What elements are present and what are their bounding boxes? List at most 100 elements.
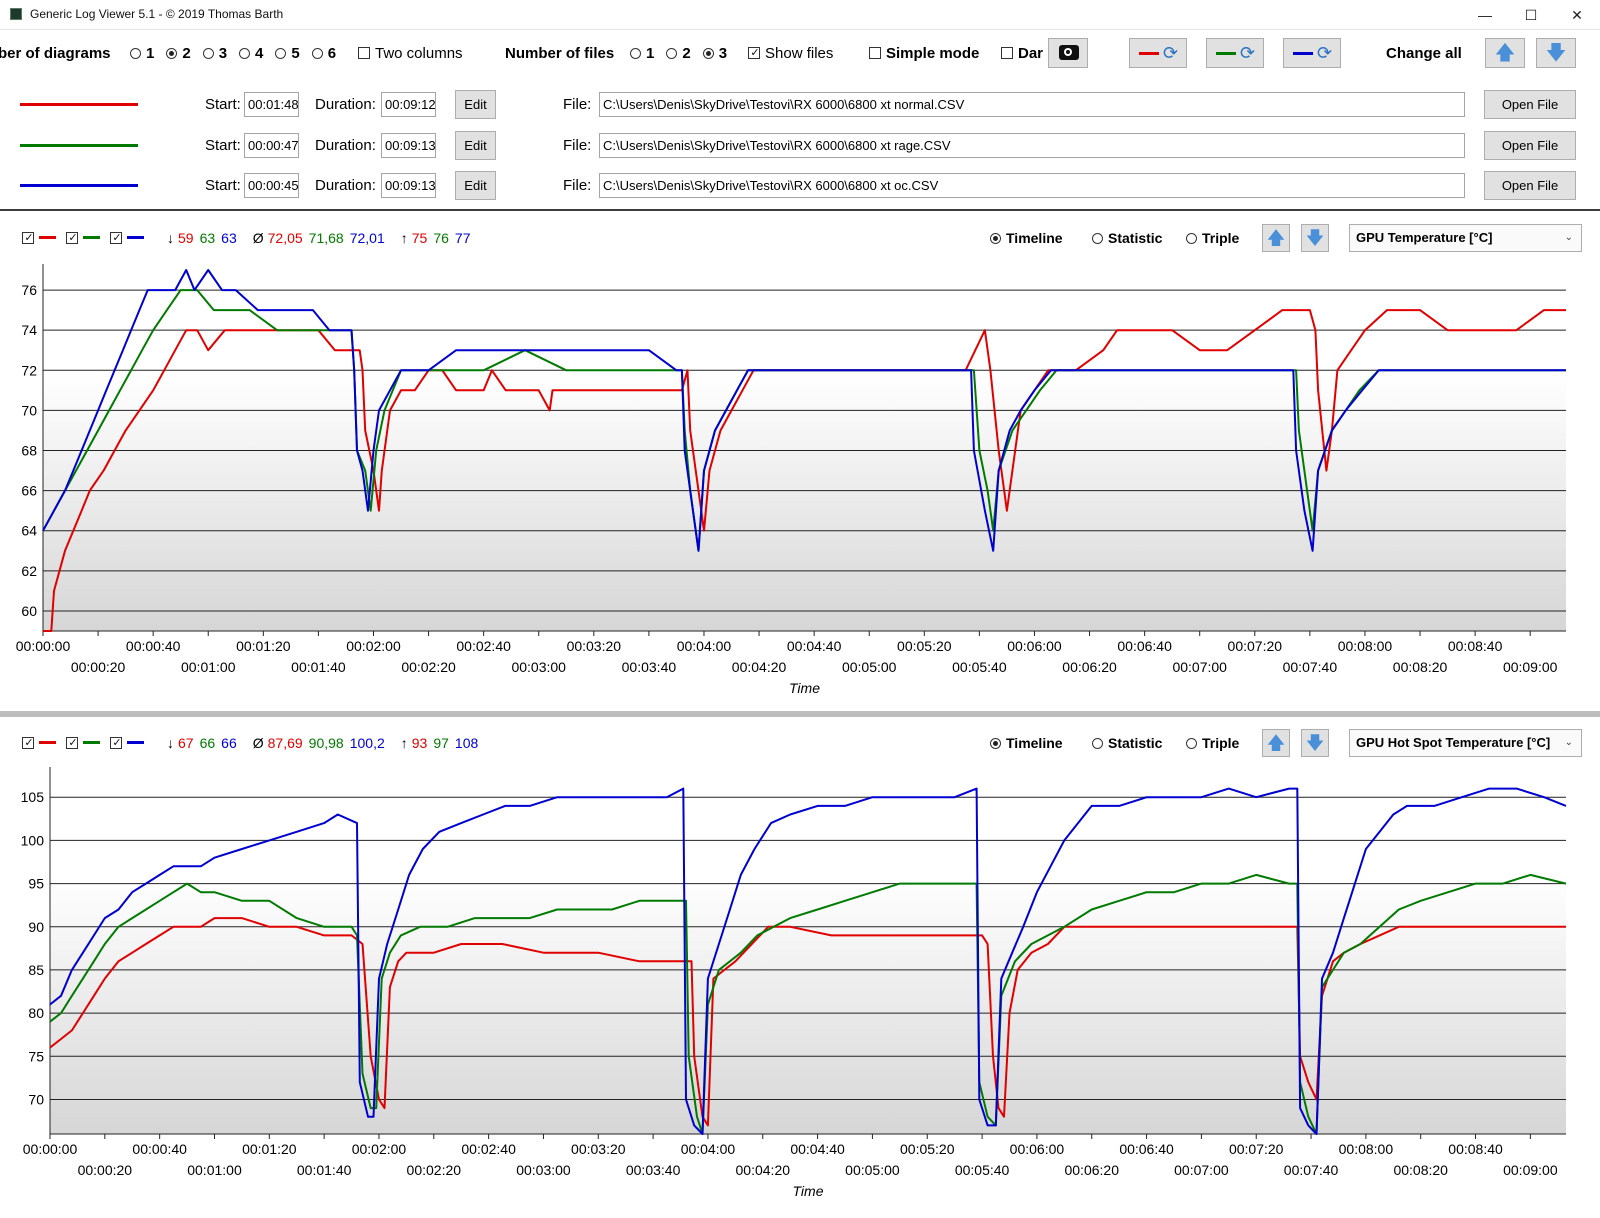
open-file-button[interactable]: Open File: [1484, 171, 1576, 200]
radio-circle[interactable]: [311, 48, 323, 59]
edit-button[interactable]: Edit: [455, 171, 496, 200]
number-of-diagrams-label: ber of diagrams: [0, 45, 111, 62]
view-radio-triple[interactable]: Triple: [1186, 230, 1239, 246]
diagram-count-radio-4[interactable]: 4: [239, 45, 263, 62]
view-radio-statistic[interactable]: Statistic: [1092, 735, 1162, 751]
radio-circle[interactable]: [275, 48, 287, 59]
sensor-select[interactable]: GPU Hot Spot Temperature [°C] ⌄: [1349, 729, 1582, 757]
series-toggle[interactable]: [66, 230, 100, 246]
series-toggle[interactable]: [110, 735, 144, 751]
start-label: Start:: [205, 177, 241, 194]
radio-circle[interactable]: [702, 48, 714, 59]
series-visible-checkbox[interactable]: [22, 737, 35, 749]
show-files-checkbox[interactable]: Show files: [748, 45, 833, 62]
change-file-red-button[interactable]: ⟳: [1129, 38, 1187, 68]
radio-circle[interactable]: [1092, 233, 1103, 244]
plot-area: [50, 767, 1566, 1134]
view-radio-timeline[interactable]: Timeline: [990, 230, 1063, 246]
reload-icon: ⟳: [1240, 43, 1256, 63]
dark-checkbox[interactable]: Dar: [1001, 45, 1043, 62]
screenshot-button[interactable]: [1048, 38, 1088, 68]
x-axis-title: Time: [789, 680, 820, 696]
radio-circle[interactable]: [990, 233, 1001, 244]
file-path-input[interactable]: C:\Users\Denis\SkyDrive\Testovi\RX 6000\…: [599, 173, 1465, 198]
radio-circle[interactable]: [239, 48, 251, 59]
file-path-input[interactable]: C:\Users\Denis\SkyDrive\Testovi\RX 6000\…: [599, 133, 1465, 158]
two-columns-checkbox-box[interactable]: [358, 47, 370, 59]
file-count-radio-3[interactable]: 3: [702, 45, 727, 62]
change-file-green-button[interactable]: ⟳: [1206, 38, 1264, 68]
file-label: File:: [563, 137, 592, 154]
radio-circle[interactable]: [630, 48, 641, 59]
x-tick-label: 00:01:40: [291, 659, 346, 675]
view-radio-triple[interactable]: Triple: [1186, 735, 1239, 751]
sensor-up-button[interactable]: 🡅: [1262, 729, 1290, 757]
maximize-button[interactable]: ☐: [1508, 0, 1554, 30]
duration-input[interactable]: 00:09:12: [381, 92, 436, 117]
series-visible-checkbox[interactable]: [110, 232, 123, 244]
x-tick-label: 00:09:00: [1503, 1162, 1558, 1178]
sensor-select[interactable]: GPU Temperature [°C] ⌄: [1349, 224, 1582, 252]
min-value: 63: [221, 230, 237, 246]
radio-circle[interactable]: [1186, 233, 1197, 244]
change-all-up-button[interactable]: 🡅: [1485, 38, 1525, 68]
show-files-checkbox-box[interactable]: [748, 47, 761, 59]
diagram-count-radio-1[interactable]: 1: [130, 45, 154, 62]
diagram-count-radio-2[interactable]: 2: [166, 45, 191, 62]
x-tick-label: 00:02:20: [407, 1162, 462, 1178]
max-value: 77: [454, 230, 471, 246]
dark-checkbox-box[interactable]: [1001, 47, 1013, 59]
open-file-button[interactable]: Open File: [1484, 90, 1576, 119]
start-input[interactable]: 00:01:48: [244, 92, 299, 117]
radio-circle[interactable]: [130, 48, 141, 59]
sensor-down-button[interactable]: 🡇: [1301, 729, 1329, 757]
series-visible-checkbox[interactable]: [66, 737, 79, 749]
max-value: 108: [454, 735, 479, 751]
radio-circle[interactable]: [166, 48, 178, 59]
file-count-radio-1[interactable]: 1: [630, 45, 654, 62]
radio-circle[interactable]: [990, 738, 1001, 749]
open-file-button[interactable]: Open File: [1484, 131, 1576, 160]
green-line-icon: [1216, 52, 1236, 55]
change-all-down-button[interactable]: 🡇: [1536, 38, 1576, 68]
x-tick-label: 00:07:40: [1284, 1162, 1339, 1178]
change-file-blue-button[interactable]: ⟳: [1283, 38, 1341, 68]
simple-mode-checkbox[interactable]: Simple mode: [869, 45, 979, 62]
view-radio-statistic[interactable]: Statistic: [1092, 230, 1162, 246]
start-input[interactable]: 00:00:47: [244, 133, 299, 158]
radio-circle[interactable]: [202, 48, 214, 59]
diagram-splitter[interactable]: [0, 711, 1600, 717]
series-toggle[interactable]: [66, 735, 100, 751]
edit-button[interactable]: Edit: [455, 90, 496, 119]
duration-input[interactable]: 00:09:13: [381, 133, 436, 158]
diagram-count-radio-6[interactable]: 6: [311, 45, 336, 62]
edit-button[interactable]: Edit: [455, 131, 496, 160]
radio-circle[interactable]: [1186, 738, 1197, 749]
file-path-input[interactable]: C:\Users\Denis\SkyDrive\Testovi\RX 6000\…: [599, 92, 1465, 117]
x-tick-label: 00:05:20: [897, 638, 952, 654]
diagram-count-radio-5[interactable]: 5: [275, 45, 300, 62]
radio-circle[interactable]: [666, 48, 678, 59]
chart-svg: 60 62 64 66 68 70 72 74 76 00:00:0000:00:2000:00:…: [16, 264, 1566, 696]
y-tick-label: 62: [21, 563, 37, 579]
simple-mode-checkbox-box[interactable]: [869, 47, 881, 59]
sensor-down-button[interactable]: 🡇: [1301, 224, 1329, 252]
close-button[interactable]: ✕: [1554, 0, 1600, 30]
duration-input[interactable]: 00:09:13: [381, 173, 436, 198]
series-visible-checkbox[interactable]: [22, 232, 35, 244]
two-columns-checkbox[interactable]: Two columns: [358, 45, 463, 62]
series-toggle[interactable]: [22, 735, 56, 751]
minimize-button[interactable]: —: [1462, 0, 1508, 30]
series-visible-checkbox[interactable]: [66, 232, 79, 244]
series-visible-checkbox[interactable]: [110, 737, 123, 749]
sensor-up-button[interactable]: 🡅: [1262, 224, 1290, 252]
view-radio-timeline[interactable]: Timeline: [990, 735, 1063, 751]
diagram-count-radio-3[interactable]: 3: [202, 45, 227, 62]
series-toggle[interactable]: [22, 230, 56, 246]
y-tick-label: 66: [21, 483, 37, 499]
file-count-radio-2[interactable]: 2: [666, 45, 691, 62]
start-input[interactable]: 00:00:45: [244, 173, 299, 198]
series-toggle[interactable]: [110, 230, 144, 246]
radio-circle[interactable]: [1092, 738, 1103, 749]
min-value: 59: [178, 230, 194, 246]
